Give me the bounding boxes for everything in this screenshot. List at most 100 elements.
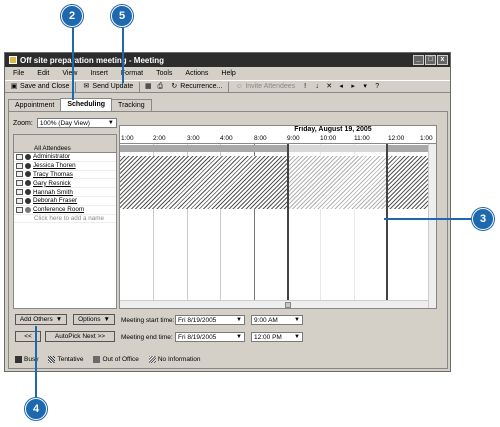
- attendance-icon[interactable]: [25, 189, 31, 196]
- time-label: 3:00: [187, 135, 200, 142]
- no-information-hatch: [120, 156, 436, 209]
- menu-format[interactable]: Format: [121, 70, 143, 77]
- attendee-name[interactable]: Tracy Thomas: [33, 171, 73, 178]
- meeting-start-label: Meeting start time:: [121, 317, 175, 324]
- attendee-name[interactable]: Jessica Thoren: [33, 162, 76, 169]
- attendance-icon[interactable]: [25, 162, 31, 169]
- meeting-selection[interactable]: [287, 144, 388, 300]
- callout-3-line: [384, 218, 472, 220]
- menu-file[interactable]: File: [13, 70, 24, 77]
- legend-tentative: Tentative: [48, 356, 83, 363]
- start-date-field[interactable]: Fri 8/19/2005 ▼: [175, 315, 245, 325]
- tab-scheduling[interactable]: Scheduling: [60, 98, 113, 111]
- callout-4: 4: [25, 398, 47, 420]
- attendee-name[interactable]: Administrator: [33, 153, 70, 160]
- importance-low-icon[interactable]: ↓: [313, 83, 321, 91]
- attendee-name[interactable]: Deborah Fraser: [33, 197, 77, 204]
- save-close-button[interactable]: ▣ Save and Close: [8, 81, 71, 92]
- start-time-value: 9:00 AM: [254, 316, 278, 324]
- zoom-select[interactable]: 100% (Day View) ▼: [36, 118, 117, 128]
- attendee-row[interactable]: Administrator: [14, 153, 116, 162]
- time-label: 10:00: [320, 135, 337, 142]
- attendee-row[interactable]: Hannah Smith: [14, 188, 116, 197]
- menu-insert[interactable]: Insert: [90, 70, 108, 77]
- options-button[interactable]: Options ▼: [73, 314, 115, 325]
- menu-edit[interactable]: Edit: [37, 70, 49, 77]
- menu-tools[interactable]: Tools: [156, 70, 172, 77]
- save-close-label: Save and Close: [20, 83, 70, 90]
- mail-icon: [16, 189, 23, 196]
- send-update-button[interactable]: ✉ Send Update: [80, 81, 135, 92]
- window-title: Off site preparation meeting - Meeting: [20, 55, 165, 65]
- start-time-field[interactable]: 9:00 AM ▼: [251, 315, 303, 325]
- attendee-row[interactable]: Jessica Thoren: [14, 162, 116, 171]
- toolbar-separator: [228, 81, 230, 92]
- end-date-value: Fri 8/19/2005: [178, 333, 217, 341]
- attendee-name[interactable]: Conference Room: [33, 206, 84, 213]
- attendance-icon[interactable]: [25, 180, 31, 187]
- attendee-list: All Attendees Administrator Jessica Thor…: [13, 134, 117, 309]
- legend-no-information-label: No Information: [157, 356, 201, 364]
- chevron-down-icon: ▼: [294, 334, 300, 340]
- add-attendee-placeholder[interactable]: Click here to add a name: [34, 215, 104, 222]
- delete-icon[interactable]: ✕: [325, 83, 333, 91]
- busy-swatch: [15, 356, 22, 363]
- legend-no-information: No Information: [148, 356, 201, 364]
- attendee-row[interactable]: Deborah Fraser: [14, 197, 116, 206]
- attendee-row[interactable]: Conference Room: [14, 206, 116, 215]
- recurrence-label: Recurrence...: [180, 83, 223, 90]
- freebusy-grid[interactable]: Friday, August 19, 2005 1:00 2:00 3:00 4…: [119, 125, 437, 309]
- vertical-scrollbar[interactable]: [428, 144, 436, 308]
- calendar-icon[interactable]: ▦: [144, 83, 152, 91]
- importance-high-icon[interactable]: !: [301, 83, 309, 91]
- help-icon[interactable]: ?: [373, 83, 381, 91]
- attendee-name[interactable]: Hannah Smith: [33, 189, 73, 196]
- all-attendees-label: All Attendees: [34, 145, 71, 152]
- attendee-row[interactable]: Gary Resnick: [14, 179, 116, 189]
- all-attendees-busy-bar: [120, 145, 436, 152]
- legend-out-of-office-label: Out of Office: [102, 356, 139, 364]
- add-others-button[interactable]: Add Others ▼: [15, 314, 67, 325]
- attendee-name[interactable]: Gary Resnick: [33, 180, 71, 187]
- mail-icon: [16, 197, 23, 204]
- end-time-field[interactable]: 12:00 PM ▼: [251, 332, 303, 342]
- print-icon[interactable]: ⎙: [156, 83, 164, 91]
- attendance-icon[interactable]: [25, 153, 31, 160]
- previous-item-icon[interactable]: ◂: [337, 83, 345, 91]
- recurrence-button[interactable]: ↻ Recurrence...: [168, 81, 224, 92]
- menu-help[interactable]: Help: [221, 70, 235, 77]
- autopick-next-button[interactable]: AutoPick Next >>: [45, 331, 115, 342]
- add-attendee-row[interactable]: Click here to add a name: [14, 215, 116, 224]
- attendee-row[interactable]: Tracy Thomas: [14, 171, 116, 180]
- tentative-swatch: [48, 356, 56, 363]
- attendance-icon[interactable]: [25, 206, 31, 213]
- close-button[interactable]: x: [437, 55, 448, 65]
- menu-actions[interactable]: Actions: [185, 70, 208, 77]
- minimize-button[interactable]: _: [413, 55, 424, 65]
- attendance-icon[interactable]: [25, 197, 31, 204]
- end-date-field[interactable]: Fri 8/19/2005 ▼: [175, 332, 245, 342]
- chevron-down-icon: ▼: [294, 317, 300, 323]
- scroll-thumb[interactable]: [285, 302, 291, 308]
- end-time-value: 12:00 PM: [254, 333, 282, 341]
- attendee-header-row: All Attendees: [14, 135, 116, 153]
- invite-attendees-button[interactable]: ☺ Invite Attendees: [233, 81, 297, 92]
- dropdown-icon[interactable]: ▾: [361, 83, 369, 91]
- zoom-value: 100% (Day View): [39, 119, 90, 127]
- menu-view[interactable]: View: [62, 70, 77, 77]
- time-label: 2:00: [153, 135, 166, 142]
- attendance-icon[interactable]: [25, 171, 31, 178]
- meeting-icon: [9, 56, 17, 64]
- maximize-button[interactable]: □: [425, 55, 436, 65]
- next-item-icon[interactable]: ▸: [349, 83, 357, 91]
- invite-icon: ☺: [235, 82, 243, 90]
- callout-2-line: [72, 27, 74, 100]
- autopick-previous-button[interactable]: <<: [15, 331, 41, 342]
- mail-icon: [16, 162, 23, 169]
- callout-3: 3: [472, 208, 494, 230]
- no-information-swatch: [148, 356, 156, 363]
- horizontal-scrollbar[interactable]: [120, 300, 428, 308]
- chevron-down-icon: ▼: [107, 120, 114, 126]
- mail-icon: [16, 153, 23, 160]
- time-label: 1:00: [420, 135, 433, 142]
